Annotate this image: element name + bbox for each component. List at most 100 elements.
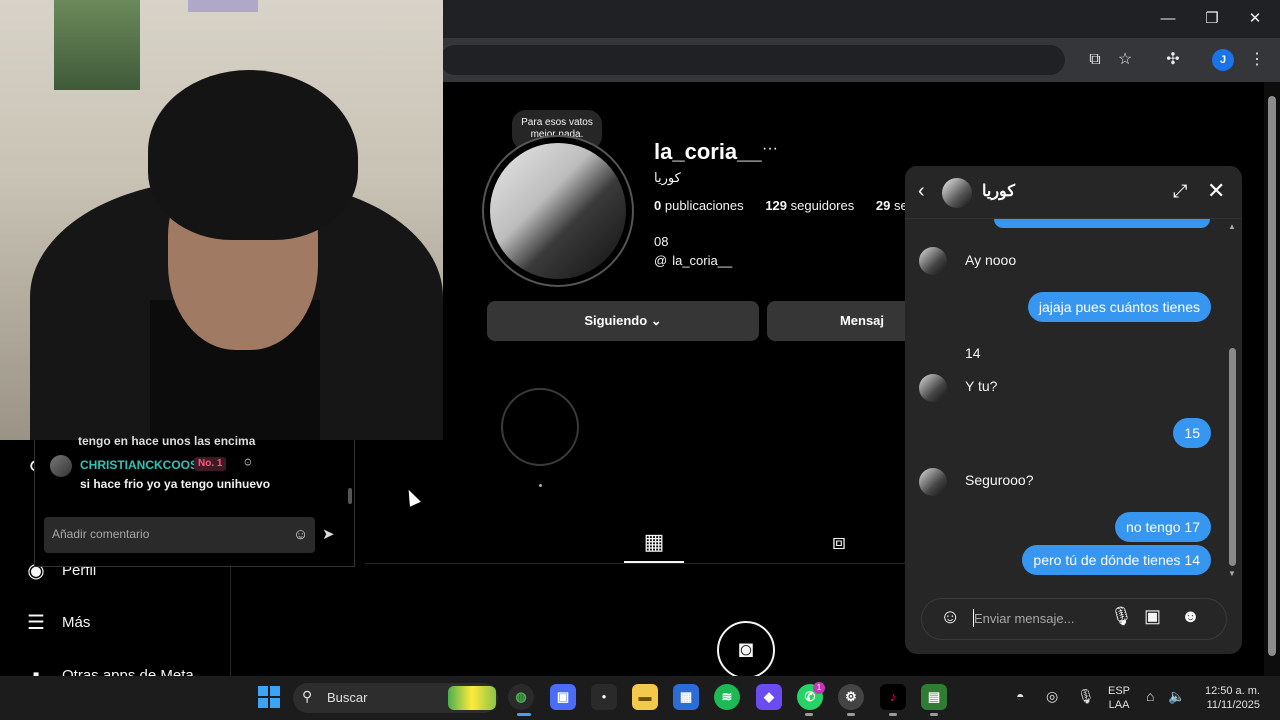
avatar[interactable] [942, 178, 972, 208]
tabs-divider [365, 563, 905, 564]
webcam-overlay [0, 0, 443, 440]
expand-icon[interactable]: ⤢ [1173, 181, 1187, 202]
message-bubble-outgoing: jajaja pues cuántos tienes [1027, 292, 1211, 322]
clock-time: 12:50 a. m. [1204, 685, 1260, 697]
emoji-icon[interactable]: ☺ [293, 526, 308, 543]
message-bubble-outgoing [994, 219, 1210, 228]
app-icon[interactable]: ▤ [921, 684, 947, 710]
message-button[interactable]: Mensaj [767, 301, 907, 341]
comment-text: tengo en hace unos las encima [78, 434, 256, 448]
scroll-down-icon[interactable]: ▼ [1228, 569, 1236, 578]
send-icon[interactable]: ➤ [322, 525, 335, 543]
message-bubble-incoming: Ay nooo [956, 245, 1026, 275]
streamer-hair [148, 70, 358, 240]
message-bubble-incoming: Segurooo? [956, 465, 1043, 495]
avatar [919, 374, 947, 402]
language-code: ESP [1108, 685, 1131, 697]
avatar [50, 455, 72, 477]
avatar [919, 247, 947, 275]
close-icon[interactable]: ✕ [1207, 178, 1225, 204]
microphone-icon[interactable]: 🎙 [1110, 606, 1133, 627]
scroll-up-icon[interactable]: ▲ [1228, 222, 1236, 231]
search-highlight-image [448, 686, 496, 710]
running-indicator [805, 713, 813, 716]
wall-poster [188, 0, 258, 12]
clock[interactable]: 12:50 a. m. 11/11/2025 [1196, 684, 1260, 712]
restore-button[interactable]: ❐ [1200, 8, 1224, 30]
followers-label[interactable]: seguidores [791, 198, 855, 213]
extensions-icon[interactable]: ✣ [1160, 47, 1186, 73]
running-indicator [930, 713, 938, 716]
microphone-icon[interactable]: 🎙 [1077, 688, 1095, 705]
app-tray-icon[interactable]: ◎ [1046, 688, 1058, 705]
message-bubble-outgoing: pero tú de dónde tienes 14 [1022, 545, 1211, 575]
menu-icon: ☰ [27, 611, 45, 634]
app-icon[interactable]: ⚙ [838, 684, 864, 710]
chat-scroll-thumb[interactable] [1229, 348, 1236, 566]
chat-window [905, 166, 1242, 654]
sidebar-item-more[interactable]: ☰ Más [24, 607, 90, 637]
rank-badge: No. 1 [194, 457, 227, 471]
profile-stats: 0 publicaciones 129 seguidores 29 segu [654, 198, 922, 213]
address-bar[interactable] [440, 45, 1065, 75]
profile-username: la_coria__ [654, 139, 762, 164]
sticker-icon[interactable]: ☻ [1181, 606, 1200, 627]
browser-menu-icon[interactable]: ⋮ [1244, 47, 1270, 73]
windows-start-icon[interactable] [258, 686, 280, 708]
folder-icon[interactable]: ▬ [632, 684, 658, 710]
install-app-icon[interactable]: ⧉ [1082, 47, 1108, 73]
search-icon: ⚲ [302, 688, 313, 704]
screen: — ❐ ✕ ⧉ ☆ ✣ J ⋮ ⚲ ◉ Perfil ☰ Más ▪ Otras… [0, 0, 1280, 720]
avatar [919, 468, 947, 496]
message-bubble-outgoing: no tengo 17 [1115, 512, 1211, 542]
close-window-button[interactable]: ✕ [1243, 8, 1267, 30]
keyboard-layout: LAA [1108, 699, 1130, 711]
store-icon[interactable]: ▦ [673, 684, 699, 710]
network-icon[interactable]: ⌂ [1146, 688, 1154, 704]
emoji-icon[interactable]: ☺ [940, 606, 960, 629]
obs-icon[interactable]: ● [591, 684, 617, 710]
tab-active-indicator [624, 561, 684, 563]
running-indicator [889, 713, 897, 716]
tagged-icon[interactable]: ⧈ [825, 528, 853, 556]
profile-avatar[interactable]: J [1212, 49, 1234, 71]
spotify-icon[interactable]: ≋ [714, 684, 740, 710]
discord-icon[interactable]: ◓ [1016, 688, 1024, 704]
story-highlight[interactable] [501, 388, 579, 466]
app-icon[interactable]: ◆ [756, 684, 782, 710]
comments-scroll-thumb[interactable] [348, 488, 352, 504]
posts-label: publicaciones [664, 198, 744, 213]
page-scroll-thumb[interactable] [1268, 96, 1276, 656]
message-bubble-incoming: 14 [956, 338, 990, 368]
profile-bio: 08 [654, 234, 669, 249]
threads-link[interactable]: @ la_coria__ [654, 253, 732, 268]
image-icon[interactable]: ▣ [1144, 606, 1161, 627]
posts-grid-icon[interactable]: ▦ [640, 528, 668, 556]
comment-input-placeholder: Añadir comentario [52, 527, 150, 541]
threads-handle: la_coria__ [672, 253, 733, 268]
comment-text: si hace frio yo ya tengo unihuevo [80, 477, 271, 491]
language-indicator[interactable]: ESP LAA [1108, 684, 1130, 712]
chevron-down-icon: ⌄ [650, 313, 662, 328]
tiktok-icon[interactable]: ♪ [880, 684, 906, 710]
following-button[interactable]: Siguiendo ⌄ [487, 301, 759, 341]
profile-full-name: كوريا [654, 170, 681, 185]
volume-icon[interactable]: 🔈 [1168, 688, 1185, 705]
taskbar-search-label: Buscar [327, 690, 368, 705]
following-count[interactable]: 29 [876, 198, 890, 213]
running-indicator [847, 713, 855, 716]
threads-icon: @ [654, 253, 668, 268]
chat-contact-name[interactable]: كوريا [982, 181, 1015, 201]
active-indicator [517, 713, 531, 716]
loading-dot [539, 484, 542, 487]
app-icon[interactable]: ▣ [550, 684, 576, 710]
profile-picture[interactable] [482, 135, 634, 287]
bookmark-star-icon[interactable]: ☆ [1112, 47, 1138, 73]
followers-count[interactable]: 129 [765, 198, 787, 213]
following-button-label: Siguiendo [584, 313, 648, 328]
chrome-icon[interactable]: ◍ [508, 684, 534, 710]
minimize-button[interactable]: — [1156, 8, 1180, 30]
clock-date: 11/11/2025 [1206, 699, 1260, 711]
more-options-icon[interactable]: ··· [762, 140, 778, 158]
back-icon[interactable]: ‹ [918, 180, 925, 203]
